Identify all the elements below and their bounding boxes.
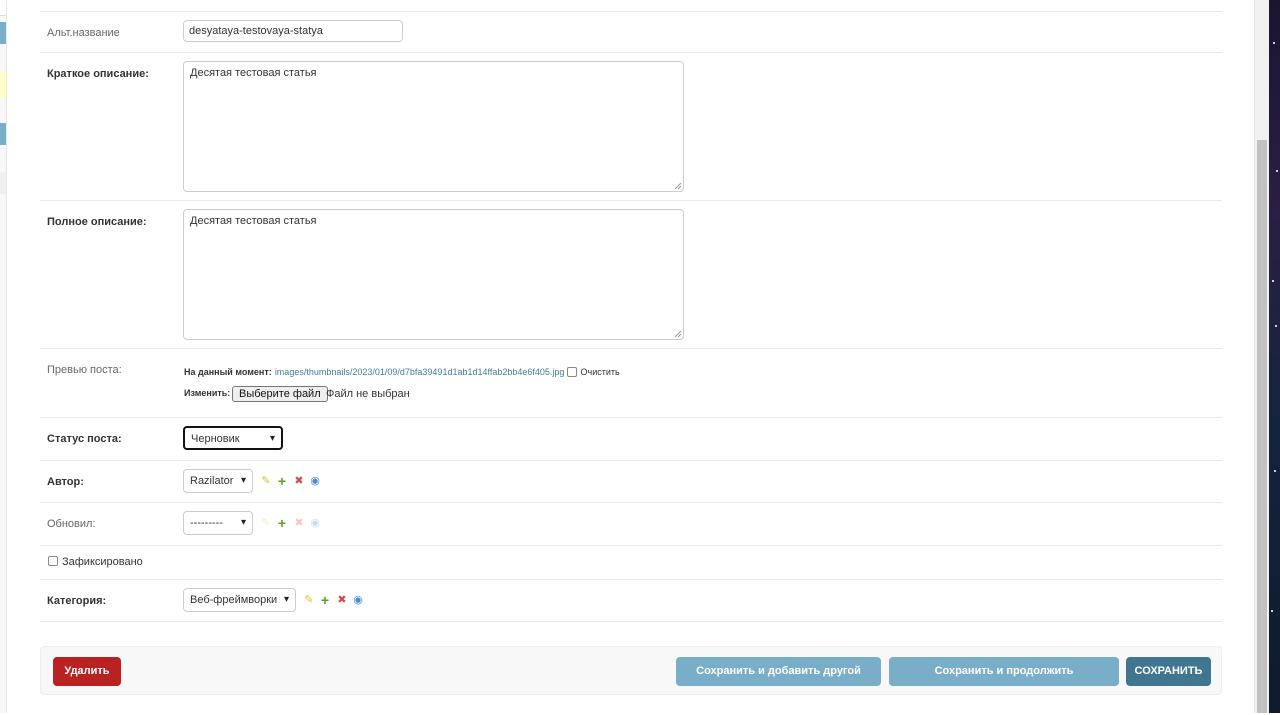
pencil-icon[interactable]: ✎ [303, 594, 315, 606]
x-icon[interactable]: ✖ [336, 594, 348, 606]
author-select[interactable]: Razilator ▾ [183, 469, 253, 493]
choose-file-button[interactable]: Выберите файл [232, 386, 328, 402]
status-value: Черновик [191, 433, 240, 445]
category-select[interactable]: Веб-фреймворки ▾ [183, 588, 296, 612]
short-description-textarea[interactable]: Десятая тестовая статья [183, 61, 684, 192]
chevron-down-icon: ▾ [283, 594, 289, 605]
updater-value: --------- [190, 517, 223, 529]
category-value: Веб-фреймворки [190, 594, 278, 606]
author-value: Razilator [190, 475, 234, 487]
plus-icon[interactable]: + [319, 593, 331, 607]
form-row-status: Статус поста: Черновик ▾ [40, 418, 1222, 461]
no-file-text: Файл не выбран [326, 388, 410, 400]
slug-label: Альт.название [47, 27, 120, 39]
full-description-textarea[interactable]: Десятая тестовая статья [183, 209, 684, 340]
form-row-slug: Альт.название [40, 12, 1222, 53]
short-description-value: Десятая тестовая статья [190, 67, 317, 79]
form-row-updater: Обновил: --------- ▾ ✎ + ✖ ◉ [40, 503, 1222, 546]
form-row-thumbnail: Превью поста: На данный момент: images/t… [40, 349, 1222, 418]
x-icon: ✖ [294, 517, 304, 529]
scrollbar-thumb[interactable] [1257, 140, 1267, 713]
plus-icon[interactable]: + [276, 474, 288, 488]
form-row-author: Автор: Razilator ▾ ✎ + ✖ ◉ [40, 461, 1222, 503]
updater-label: Обновил: [47, 518, 96, 530]
vertical-scrollbar[interactable] [1254, 0, 1269, 713]
thumbnail-current: На данный момент: images/thumbnails/2023… [184, 366, 620, 378]
chevron-down-icon: ▾ [269, 433, 275, 444]
clear-label: Очистить [580, 367, 620, 377]
current-file-link[interactable]: images/thumbnails/2023/01/09/d7bfa39491d… [275, 367, 565, 377]
resize-grip-icon[interactable] [674, 330, 682, 338]
form-row-category: Категория: Веб-фреймворки ▾ ✎ + ✖ ◉ [40, 580, 1222, 622]
delete-button[interactable]: Удалить [53, 657, 121, 686]
current-file-label: На данный момент: [184, 367, 272, 377]
thumbnail-label: Превью поста: [47, 364, 122, 376]
author-label: Автор: [47, 476, 84, 488]
status-select[interactable]: Черновик ▾ [183, 426, 283, 450]
submit-row: Удалить Сохранить и добавить другой объе… [40, 646, 1222, 706]
form-row-previous [40, 0, 1222, 12]
eye-icon: ◉ [310, 517, 320, 529]
updater-select[interactable]: --------- ▾ [183, 511, 253, 535]
fixed-checkbox[interactable] [48, 556, 58, 566]
x-icon[interactable]: ✖ [293, 475, 305, 487]
save-and-add-button[interactable]: Сохранить и добавить другой объект [676, 657, 881, 706]
change-file-label: Изменить: [184, 388, 231, 398]
eye-icon[interactable]: ◉ [309, 475, 321, 487]
plus-icon[interactable]: + [276, 516, 288, 530]
chevron-down-icon: ▾ [240, 517, 246, 528]
pencil-icon: ✎ [261, 517, 271, 529]
category-label: Категория: [47, 595, 107, 607]
clear-checkbox[interactable] [567, 367, 578, 378]
pencil-icon[interactable]: ✎ [260, 475, 272, 487]
resize-grip-icon[interactable] [674, 182, 682, 190]
save-button[interactable]: СОХРАНИТЬ [1126, 657, 1211, 686]
sidebar-edge [0, 0, 7, 713]
chevron-down-icon: ▾ [240, 475, 246, 486]
form-row-fixed: Зафиксировано [40, 546, 1222, 580]
fixed-label: Зафиксировано [62, 556, 143, 568]
form-row-full-description: Полное описание: Десятая тестовая статья [40, 201, 1222, 349]
status-label: Статус поста: [47, 433, 122, 445]
form-row-short-description: Краткое описание: Десятая тестовая стать… [40, 53, 1222, 201]
full-description-value: Десятая тестовая статья [190, 215, 317, 227]
desktop-background [1269, 0, 1280, 713]
eye-icon[interactable]: ◉ [352, 594, 364, 606]
save-and-continue-button[interactable]: Сохранить и продолжить редактирование [889, 657, 1119, 706]
short-description-label: Краткое описание: [47, 68, 149, 80]
slug-input[interactable] [183, 20, 403, 42]
full-description-label: Полное описание: [47, 216, 147, 228]
